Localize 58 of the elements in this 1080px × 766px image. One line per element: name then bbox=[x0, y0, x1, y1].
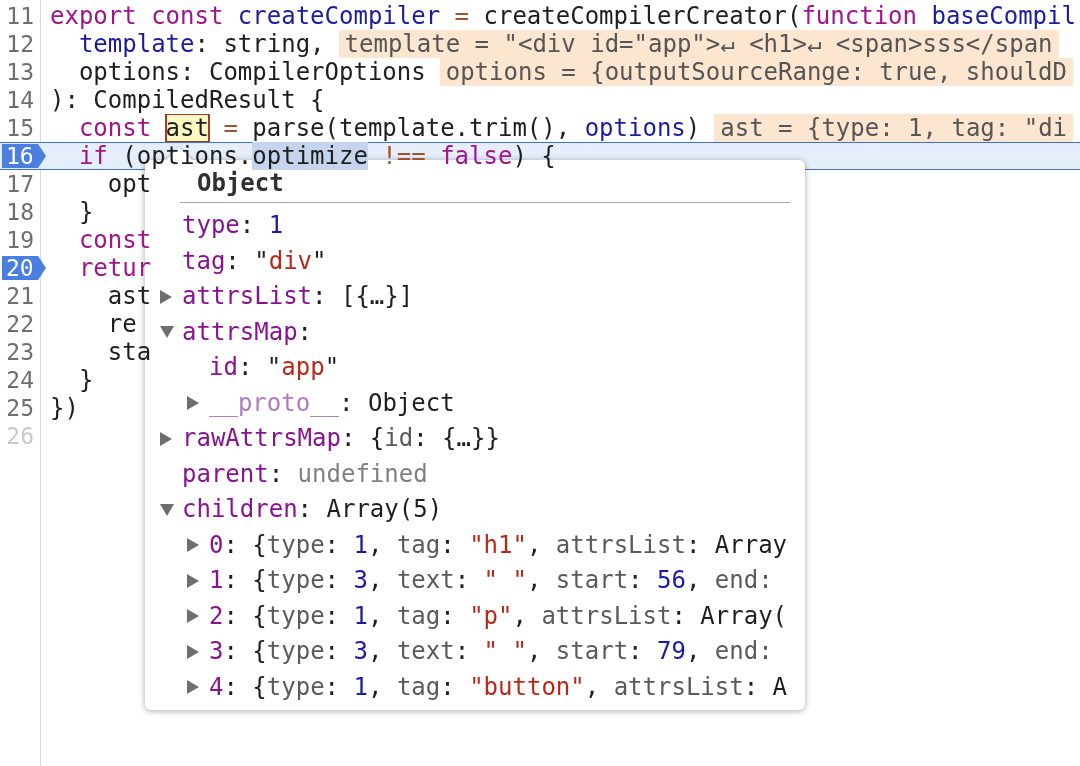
property-row-text: attrsList: [{…}] bbox=[182, 281, 414, 312]
expanded-triangle-icon[interactable] bbox=[160, 326, 174, 339]
code-line: options: CompilerOptions bbox=[77, 58, 426, 86]
property-row-text: type: 1 bbox=[182, 210, 284, 241]
line-number: 15 bbox=[6, 116, 35, 140]
line-number: 23 bbox=[6, 340, 35, 364]
popover-title: Object bbox=[197, 169, 284, 197]
line-number: 17 bbox=[6, 172, 35, 196]
property-row-text: 2: {type: 1, tag: "p", attrsList: Array( bbox=[209, 600, 788, 632]
property-row-text: 0: {type: 1, tag: "h1", attrsList: Array bbox=[209, 529, 788, 561]
property-row-text: rawAttrsMap: {id: {…}} bbox=[182, 423, 500, 454]
line-number: 25 bbox=[6, 396, 35, 420]
property-row-text: 1: {type: 3, text: " ", start: 56, end: bbox=[209, 565, 773, 596]
property-row-text: parent: undefined bbox=[182, 458, 428, 490]
code-line: const bbox=[77, 226, 152, 254]
code-line: ast bbox=[106, 282, 152, 310]
line-number: 19 bbox=[6, 228, 35, 252]
property-row-text: 4: {type: 1, tag: "button", attrsList: A bbox=[209, 671, 788, 703]
collapsed-triangle-icon[interactable] bbox=[160, 289, 172, 304]
property-row-text: tag: "div" bbox=[182, 245, 327, 277]
collapsed-triangle-icon[interactable] bbox=[187, 396, 199, 411]
line-number: 21 bbox=[6, 284, 35, 308]
code-line: } bbox=[77, 366, 94, 394]
collapsed-triangle-icon[interactable] bbox=[187, 609, 199, 624]
line-number: 12 bbox=[6, 32, 35, 56]
property-row-text: children: Array(5) bbox=[182, 494, 443, 525]
code-line: sta bbox=[106, 338, 152, 366]
code-line: export const createCompiler = createCompilerCreator(function baseCompil bbox=[50, 2, 1076, 30]
code-line: ): CompiledResult { bbox=[50, 86, 325, 114]
code-line: retur bbox=[77, 254, 152, 282]
collapsed-triangle-icon[interactable] bbox=[187, 680, 199, 695]
collapsed-triangle-icon[interactable] bbox=[187, 538, 199, 553]
collapsed-triangle-icon[interactable] bbox=[187, 573, 199, 588]
code-line: template: string, bbox=[77, 30, 325, 58]
line-number: 24 bbox=[6, 368, 35, 392]
breakpoint-marker[interactable]: 16 bbox=[2, 144, 46, 168]
collapsed-triangle-icon[interactable] bbox=[187, 644, 199, 659]
inline-value: ast = {type: 1, tag: "di bbox=[714, 114, 1074, 142]
inline-value: options = {outputSourceRange: true, shouldD bbox=[439, 58, 1073, 86]
expanded-triangle-icon[interactable] bbox=[160, 503, 174, 516]
code-line: } bbox=[77, 198, 94, 226]
line-number: 11 bbox=[6, 4, 35, 28]
line-number: 14 bbox=[6, 88, 35, 112]
code-line: opt bbox=[106, 170, 152, 198]
property-row-text: __proto__: Object bbox=[209, 387, 455, 419]
breakpoint-marker[interactable]: 20 bbox=[2, 256, 46, 280]
line-number: 18 bbox=[6, 200, 35, 224]
code-line: const ast = parse(template.trim(), options) bbox=[77, 114, 701, 142]
line-number: 13 bbox=[6, 60, 35, 84]
property-row-text: 3: {type: 3, text: " ", start: 79, end: bbox=[209, 636, 773, 667]
property-row-text: attrsMap: bbox=[182, 316, 313, 348]
line-number: 22 bbox=[6, 312, 35, 336]
code-line: if (options.optimize !== false) { bbox=[77, 142, 556, 170]
property-row-text: id: "app" bbox=[209, 352, 340, 383]
code-line: }) bbox=[50, 394, 79, 422]
collapsed-triangle-icon[interactable] bbox=[160, 431, 172, 446]
code-line: re bbox=[106, 310, 137, 338]
inline-value: template = "<div id="app">↵ <h1>↵ <span>sss</span bbox=[338, 30, 1059, 58]
